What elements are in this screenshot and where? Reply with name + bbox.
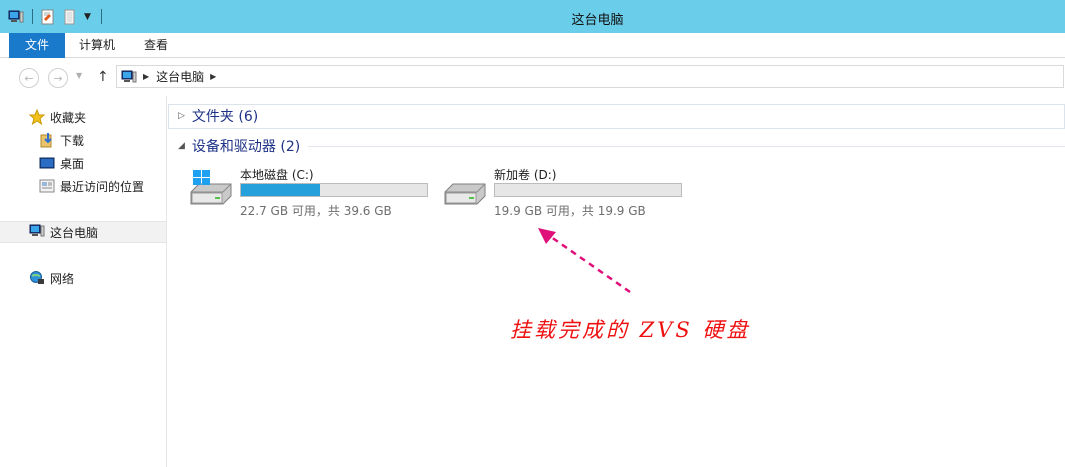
forward-arrow-icon: → [53, 71, 63, 85]
drive-usage-fill [241, 184, 321, 196]
back-button[interactable]: ← [19, 68, 39, 88]
downloads-icon [39, 132, 55, 148]
up-button[interactable]: ↑ [97, 69, 109, 85]
devices-group-header[interactable]: ◢ 设备和驱动器 (2) [168, 135, 1065, 157]
up-arrow-icon: ↑ [97, 69, 109, 85]
nav-label: 桌面 [60, 156, 85, 171]
drive-free-space: 22.7 GB 可用，共 39.6 GB [240, 204, 392, 218]
drive-name: 本地磁盘 (C:) [240, 168, 314, 182]
nav-item-downloads[interactable]: 下载 [0, 129, 166, 151]
folders-group-header[interactable]: ▷ 文件夹 (6) [168, 105, 1065, 127]
tab-view[interactable]: 查看 [130, 33, 182, 58]
tab-file[interactable]: 文件 [9, 33, 65, 58]
title-bar: ▼ 这台电脑 [0, 0, 1065, 33]
drive-free-space: 19.9 GB 可用，共 19.9 GB [494, 204, 646, 218]
recent-locations-dropdown[interactable]: ▼ [76, 71, 82, 80]
forward-button[interactable]: → [48, 68, 68, 88]
network-icon [29, 270, 45, 286]
this-pc-icon [121, 70, 137, 84]
annotation-label: 挂载完成的 ZVS 硬盘 [510, 318, 751, 342]
group-label: 设备和驱动器 (2) [191, 139, 301, 155]
nav-label: 网络 [50, 271, 75, 286]
collapse-icon[interactable]: ◢ [178, 141, 185, 151]
address-bar[interactable]: ▶ 这台电脑 ▶ [116, 65, 1064, 88]
drive-c[interactable]: 本地磁盘 (C:) 22.7 GB 可用，共 39.6 GB [187, 166, 437, 222]
drive-usage-bar [494, 183, 682, 197]
nav-favorites[interactable]: 收藏夹 [0, 106, 166, 128]
nav-item-desktop[interactable]: 桌面 [0, 152, 166, 174]
nav-label: 收藏夹 [50, 110, 87, 125]
nav-item-recent[interactable]: 最近访问的位置 [0, 175, 166, 197]
expand-icon[interactable]: ▷ [178, 111, 185, 121]
nav-item-this-pc[interactable]: 这台电脑 [0, 221, 166, 243]
desktop-icon [39, 155, 55, 171]
nav-label: 最近访问的位置 [60, 179, 145, 194]
ribbon-tabs: 文件 计算机 查看 [0, 33, 1065, 58]
group-label: 文件夹 (6) [191, 109, 259, 125]
nav-label: 这台电脑 [50, 225, 99, 240]
drive-d[interactable]: 新加卷 (D:) 19.9 GB 可用，共 19.9 GB [441, 166, 691, 222]
breadcrumb-this-pc[interactable]: 这台电脑 [156, 68, 204, 85]
breadcrumb-separator-icon[interactable]: ▶ [143, 72, 149, 81]
windows-drive-icon [187, 168, 235, 208]
breadcrumb-separator-icon[interactable]: ▶ [210, 72, 216, 81]
annotation-arrow [538, 228, 631, 294]
this-pc-icon [29, 224, 45, 240]
address-row: ← → ▼ ↑ ▶ 这台电脑 ▶ [0, 58, 1065, 96]
navigation-pane: 收藏夹 下载 桌面 最近访问的位置 这台电脑 网络 [0, 96, 167, 467]
nav-label: 下载 [60, 133, 85, 148]
tab-computer[interactable]: 计算机 [70, 33, 124, 58]
back-arrow-icon: ← [24, 71, 34, 85]
hard-drive-icon [441, 168, 489, 208]
drive-name: 新加卷 (D:) [494, 168, 557, 182]
nav-item-network[interactable]: 网络 [0, 267, 166, 289]
window-title: 这台电脑 [571, 13, 624, 28]
star-icon [28, 108, 46, 126]
recent-places-icon [39, 178, 55, 194]
drive-usage-bar [240, 183, 428, 197]
group-divider [308, 145, 1065, 147]
